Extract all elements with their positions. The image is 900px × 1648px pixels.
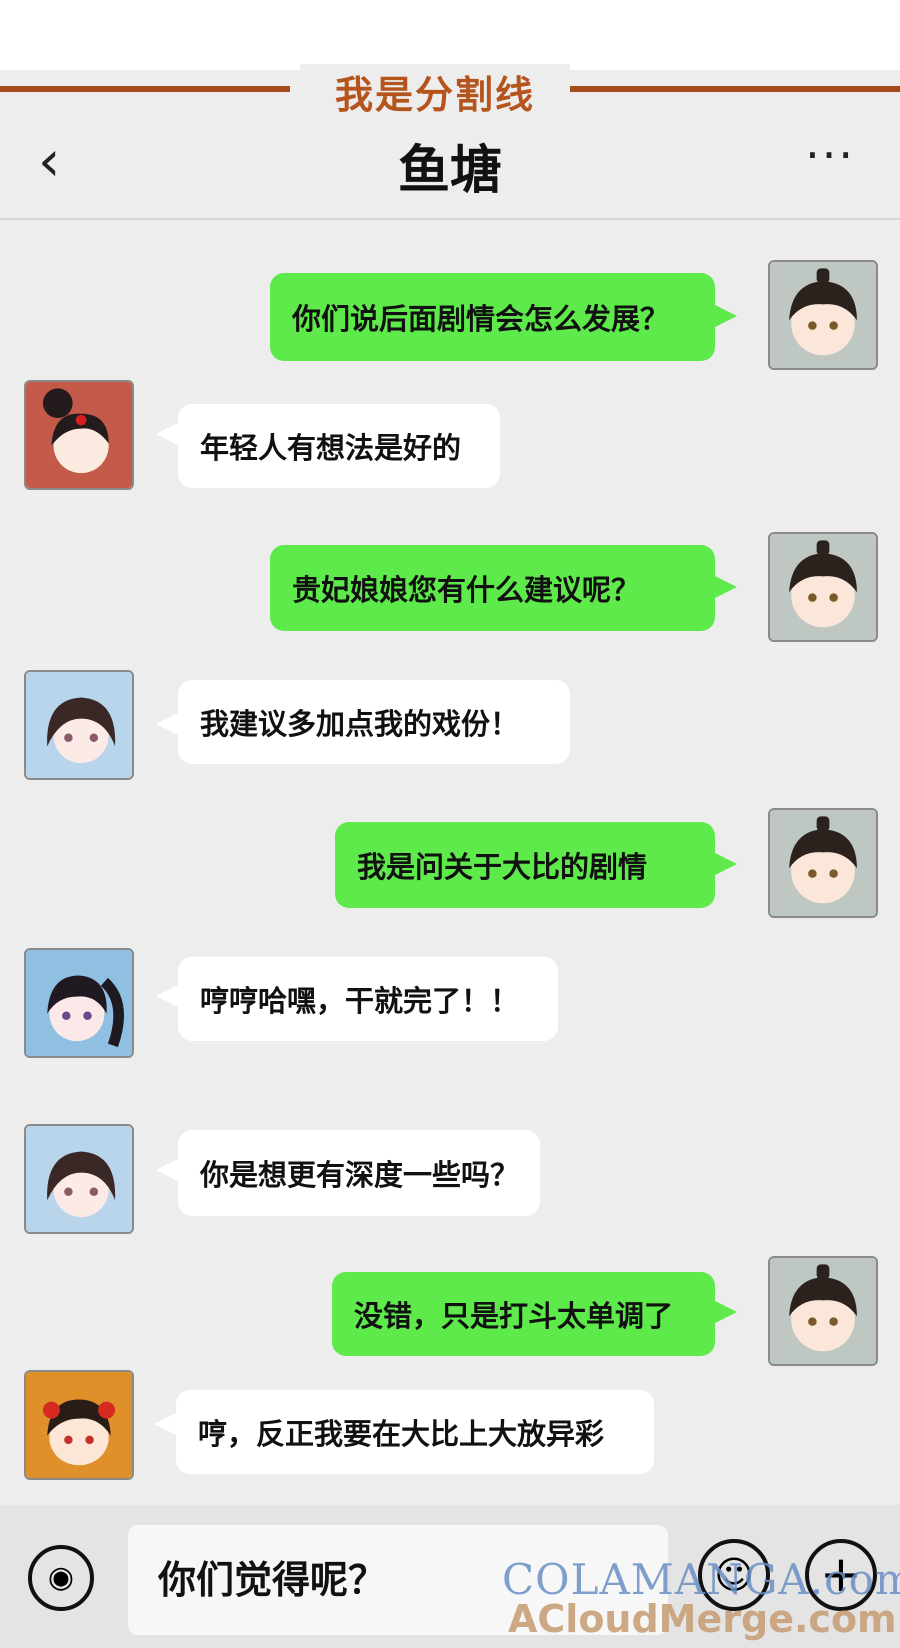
protagonist-avatar[interactable] (768, 532, 878, 642)
message-text: 你是想更有深度一些吗？ (200, 1158, 520, 1192)
message-bubble[interactable]: 哼哼哈嘿，干就完了！！ (178, 957, 558, 1041)
top-band (0, 0, 900, 70)
bubble-tail (713, 304, 737, 328)
message-bubble[interactable]: 哼，反正我要在大比上大放异彩 (176, 1390, 654, 1474)
message-text: 没错，只是打斗太单调了 (354, 1299, 674, 1333)
voice-icon[interactable]: ◉ (28, 1545, 94, 1611)
flower-hair-avatar[interactable] (24, 1370, 134, 1480)
protagonist-avatar[interactable] (768, 808, 878, 918)
header-divider (0, 218, 900, 220)
message-bubble[interactable]: 年轻人有想法是好的 (178, 404, 500, 488)
message-text: 年轻人有想法是好的 (200, 431, 462, 465)
protagonist-avatar[interactable] (768, 1256, 878, 1366)
bubble-tail (713, 1300, 737, 1324)
divider-line-left (0, 86, 290, 92)
message-text: 哼，反正我要在大比上大放异彩 (198, 1417, 605, 1451)
bubble-tail (156, 712, 180, 736)
bubble-tail (713, 852, 737, 876)
message-text: 贵妃娘娘您有什么建议呢？ (292, 573, 641, 607)
message-bubble[interactable]: 你们说后面剧情会怎么发展？ (270, 273, 715, 361)
input-bar: ◉ 你们觉得呢？ ☺ + COLAMANGA.com ACloudMerge.c… (0, 1505, 900, 1648)
message-text: 我是问关于大比的剧情 (357, 850, 648, 884)
bubble-tail (156, 422, 180, 446)
more-dots-icon[interactable]: ··· (805, 128, 855, 182)
message-bubble[interactable]: 没错，只是打斗太单调了 (332, 1272, 715, 1356)
bubble-tail (713, 575, 737, 599)
bubble-tail (156, 984, 180, 1008)
chat-title: 鱼塘 (397, 141, 502, 201)
consort-avatar[interactable] (24, 670, 134, 780)
message-bubble[interactable]: 我建议多加点我的戏份！ (178, 680, 570, 764)
divider-line-right (545, 86, 900, 92)
bubble-tail (156, 1158, 180, 1182)
consort-avatar[interactable] (24, 1124, 134, 1234)
message-bubble[interactable]: 贵妃娘娘您有什么建议呢？ (270, 545, 715, 631)
message-bubble[interactable]: 我是问关于大比的剧情 (335, 822, 715, 908)
chat-header: ‹ 鱼塘 ··· (0, 110, 900, 218)
message-text: 我建议多加点我的戏份！ (200, 707, 520, 741)
section-divider: 我是分割线 (0, 64, 900, 119)
input-text: 你们觉得呢？ (158, 1558, 387, 1602)
bubble-tail (154, 1412, 178, 1436)
watermark-line-2: ACloudMerge.com (508, 1597, 897, 1641)
red-hair-avatar[interactable] (24, 380, 134, 490)
ponytail-avatar[interactable] (24, 948, 134, 1058)
message-text: 哼哼哈嘿，干就完了！！ (200, 984, 520, 1018)
message-bubble[interactable]: 你是想更有深度一些吗？ (178, 1130, 540, 1216)
message-text: 你们说后面剧情会怎么发展？ (292, 302, 670, 336)
protagonist-avatar[interactable] (768, 260, 878, 370)
